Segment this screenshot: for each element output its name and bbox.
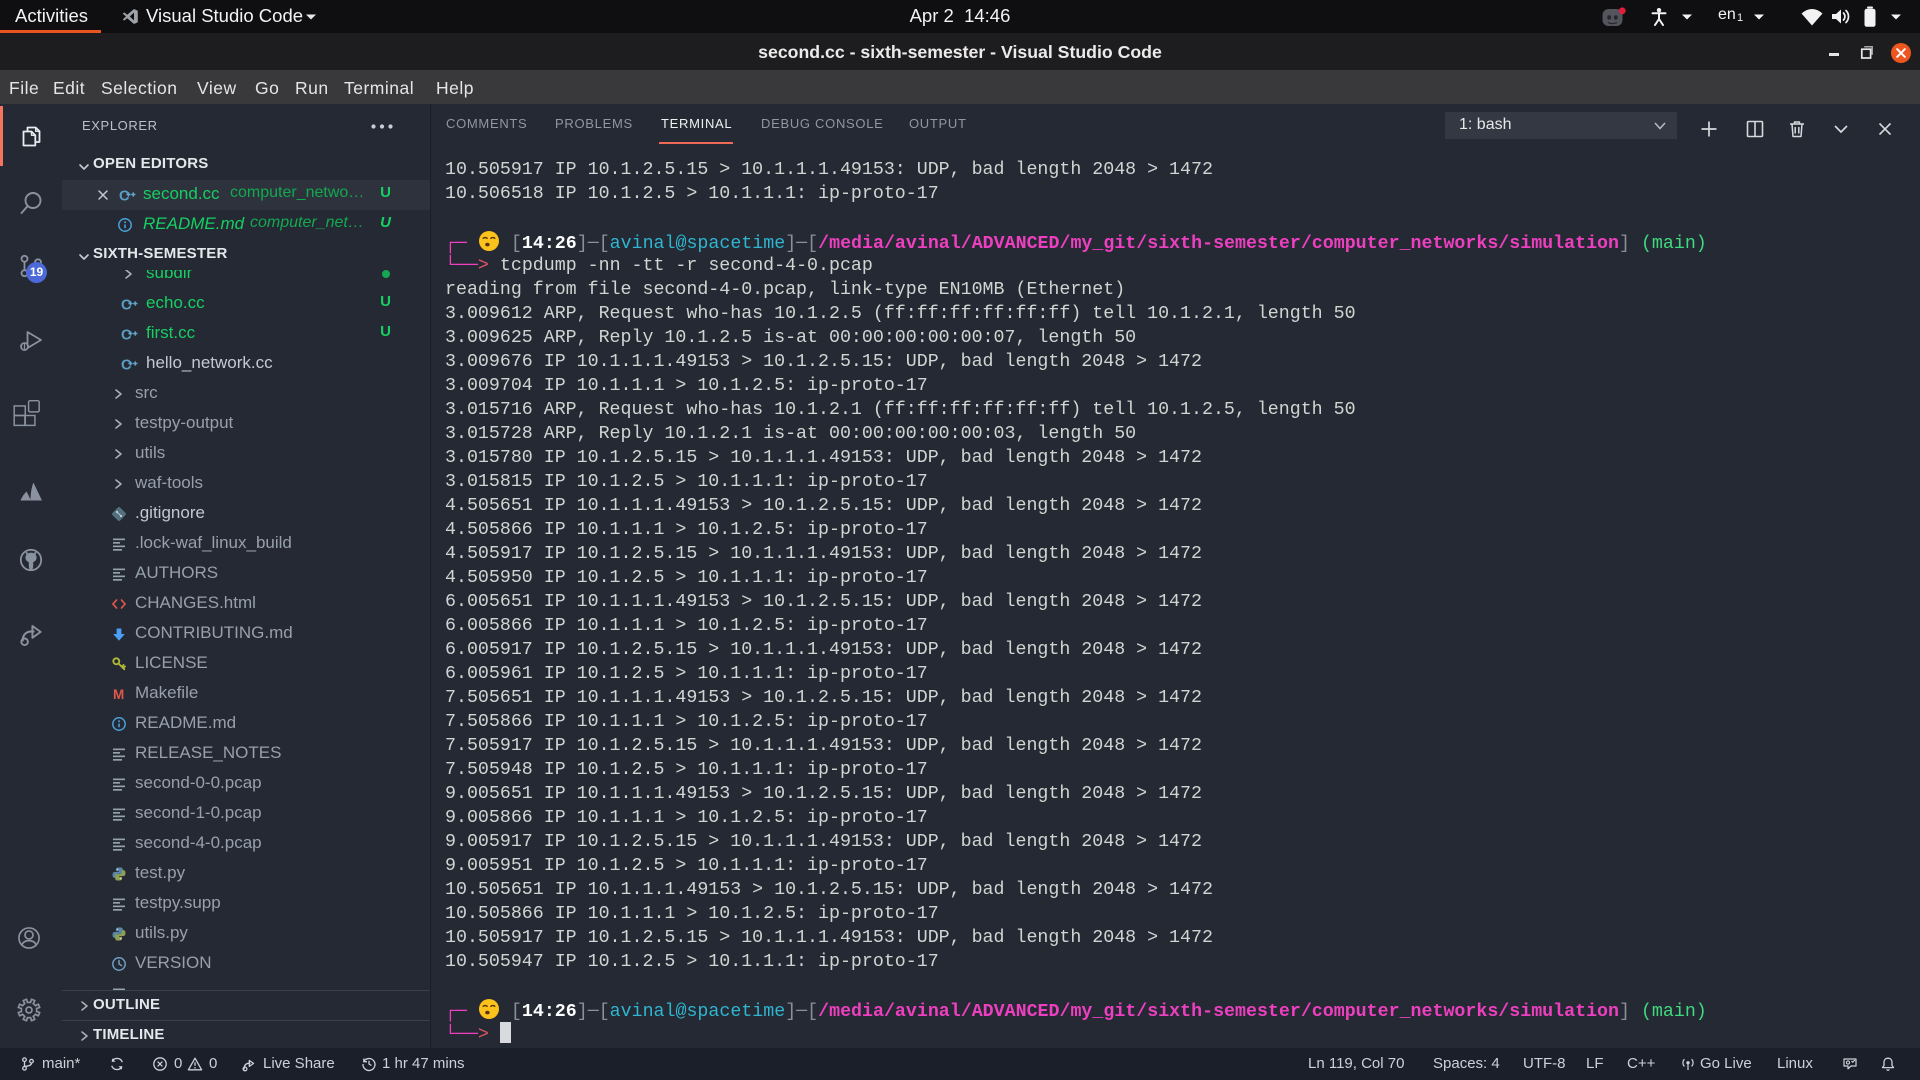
svg-text:M: M bbox=[113, 687, 124, 702]
